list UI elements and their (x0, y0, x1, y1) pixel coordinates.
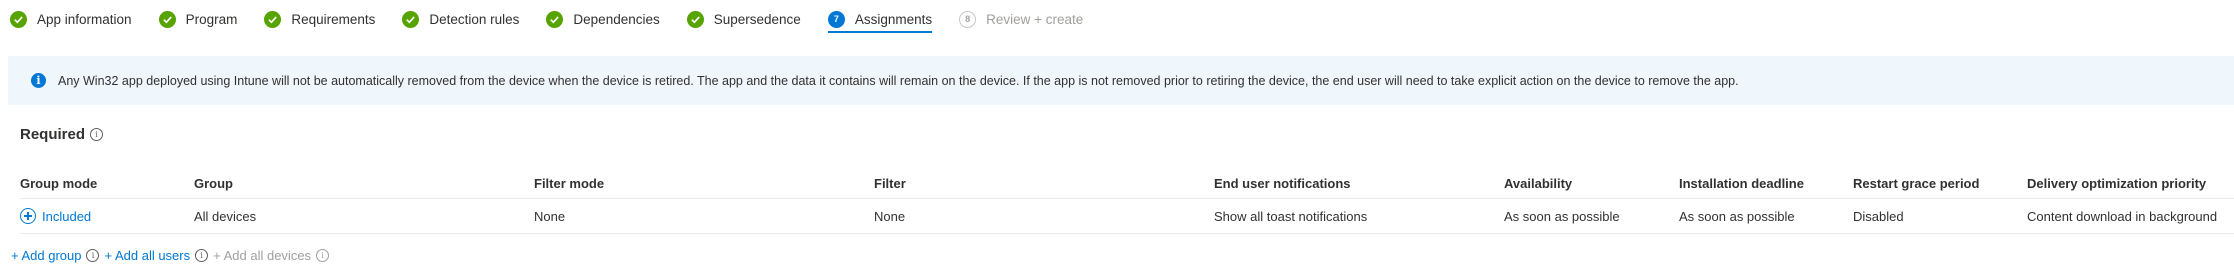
checkmark-icon (158, 10, 176, 28)
add-group-label[interactable]: + Add group (11, 248, 81, 263)
checkmark-icon (402, 10, 420, 28)
step-assignments[interactable]: 7 Assignments (827, 0, 933, 38)
step-label: Requirements (291, 11, 376, 27)
step-number-badge: 7 (827, 10, 845, 28)
group-mode-cell[interactable]: Included (20, 199, 91, 233)
column-header-installation-deadline[interactable]: Installation deadline (1679, 168, 1804, 198)
add-all-devices-label: + Add all devices (213, 247, 312, 263)
column-header-group[interactable]: Group (194, 168, 233, 198)
add-all-users-label[interactable]: + Add all users (104, 248, 190, 263)
checkmark-icon (264, 10, 282, 28)
wizard-steps: App information Program Requirements Det… (10, 0, 1110, 38)
section-header: Required i (20, 126, 104, 143)
restart-grace-period-link[interactable]: Disabled (1853, 199, 1904, 233)
step-detection-rules[interactable]: Detection rules (402, 0, 519, 38)
column-header-delivery-optimization-priority[interactable]: Delivery optimization priority (2027, 168, 2206, 198)
step-label: Assignments (854, 11, 933, 27)
step-requirements[interactable]: Requirements (264, 0, 375, 38)
step-label: App information (37, 11, 132, 27)
assignment-actions: + Add group i + Add all users i + Add al… (11, 246, 334, 264)
step-supersedence[interactable]: Supersedence (686, 0, 801, 38)
delivery-optimization-priority-link[interactable]: Content download in background (2027, 199, 2217, 233)
column-header-availability[interactable]: Availability (1504, 168, 1572, 198)
step-dependencies[interactable]: Dependencies (546, 0, 660, 38)
column-header-filter-mode[interactable]: Filter mode (534, 168, 604, 198)
add-circle-icon (20, 208, 36, 224)
info-icon[interactable]: i (86, 248, 100, 262)
step-program[interactable]: Program (158, 0, 238, 38)
group-mode-link[interactable]: Included (42, 209, 91, 224)
step-number-badge: 8 (959, 10, 977, 28)
info-icon: i (31, 73, 46, 88)
add-all-users-button[interactable]: + Add all users i (104, 248, 209, 263)
table-row: Included All devices None None Show all … (20, 199, 2234, 234)
filter-mode-link[interactable]: None (534, 199, 565, 233)
column-header-filter[interactable]: Filter (874, 168, 906, 198)
info-icon[interactable]: i (90, 128, 104, 141)
step-label: Detection rules (429, 11, 520, 27)
table-header-row: Group mode Group Filter mode Filter End … (20, 168, 2234, 199)
info-icon[interactable]: i (195, 248, 209, 262)
banner-text: Any Win32 app deployed using Intune will… (58, 73, 1739, 88)
column-header-group-mode[interactable]: Group mode (20, 168, 97, 198)
end-user-notifications-link[interactable]: Show all toast notifications (1214, 199, 1367, 233)
step-label: Review + create (986, 11, 1084, 27)
checkmark-icon (686, 10, 704, 28)
step-label: Supersedence (713, 11, 801, 27)
step-review-create: 8 Review + create (959, 0, 1083, 38)
column-header-restart-grace-period[interactable]: Restart grace period (1853, 168, 1979, 198)
info-banner: i Any Win32 app deployed using Intune wi… (8, 56, 2234, 105)
add-group-button[interactable]: + Add group i (11, 248, 100, 263)
step-label: Dependencies (573, 11, 660, 27)
filter-link[interactable]: None (874, 199, 905, 233)
installation-deadline-link[interactable]: As soon as possible (1679, 199, 1795, 233)
add-all-devices-button: + Add all devices i (213, 247, 330, 263)
section-title: Required (20, 126, 86, 143)
step-label: Program (185, 11, 238, 27)
step-app-information[interactable]: App information (10, 0, 132, 38)
group-cell: All devices (194, 208, 257, 224)
checkmark-icon (546, 10, 564, 28)
column-header-end-user-notifications[interactable]: End user notifications (1214, 168, 1351, 198)
assignments-table: Group mode Group Filter mode Filter End … (20, 168, 2234, 234)
info-icon: i (316, 248, 330, 262)
checkmark-icon (10, 10, 27, 28)
availability-link[interactable]: As soon as possible (1504, 199, 1620, 233)
